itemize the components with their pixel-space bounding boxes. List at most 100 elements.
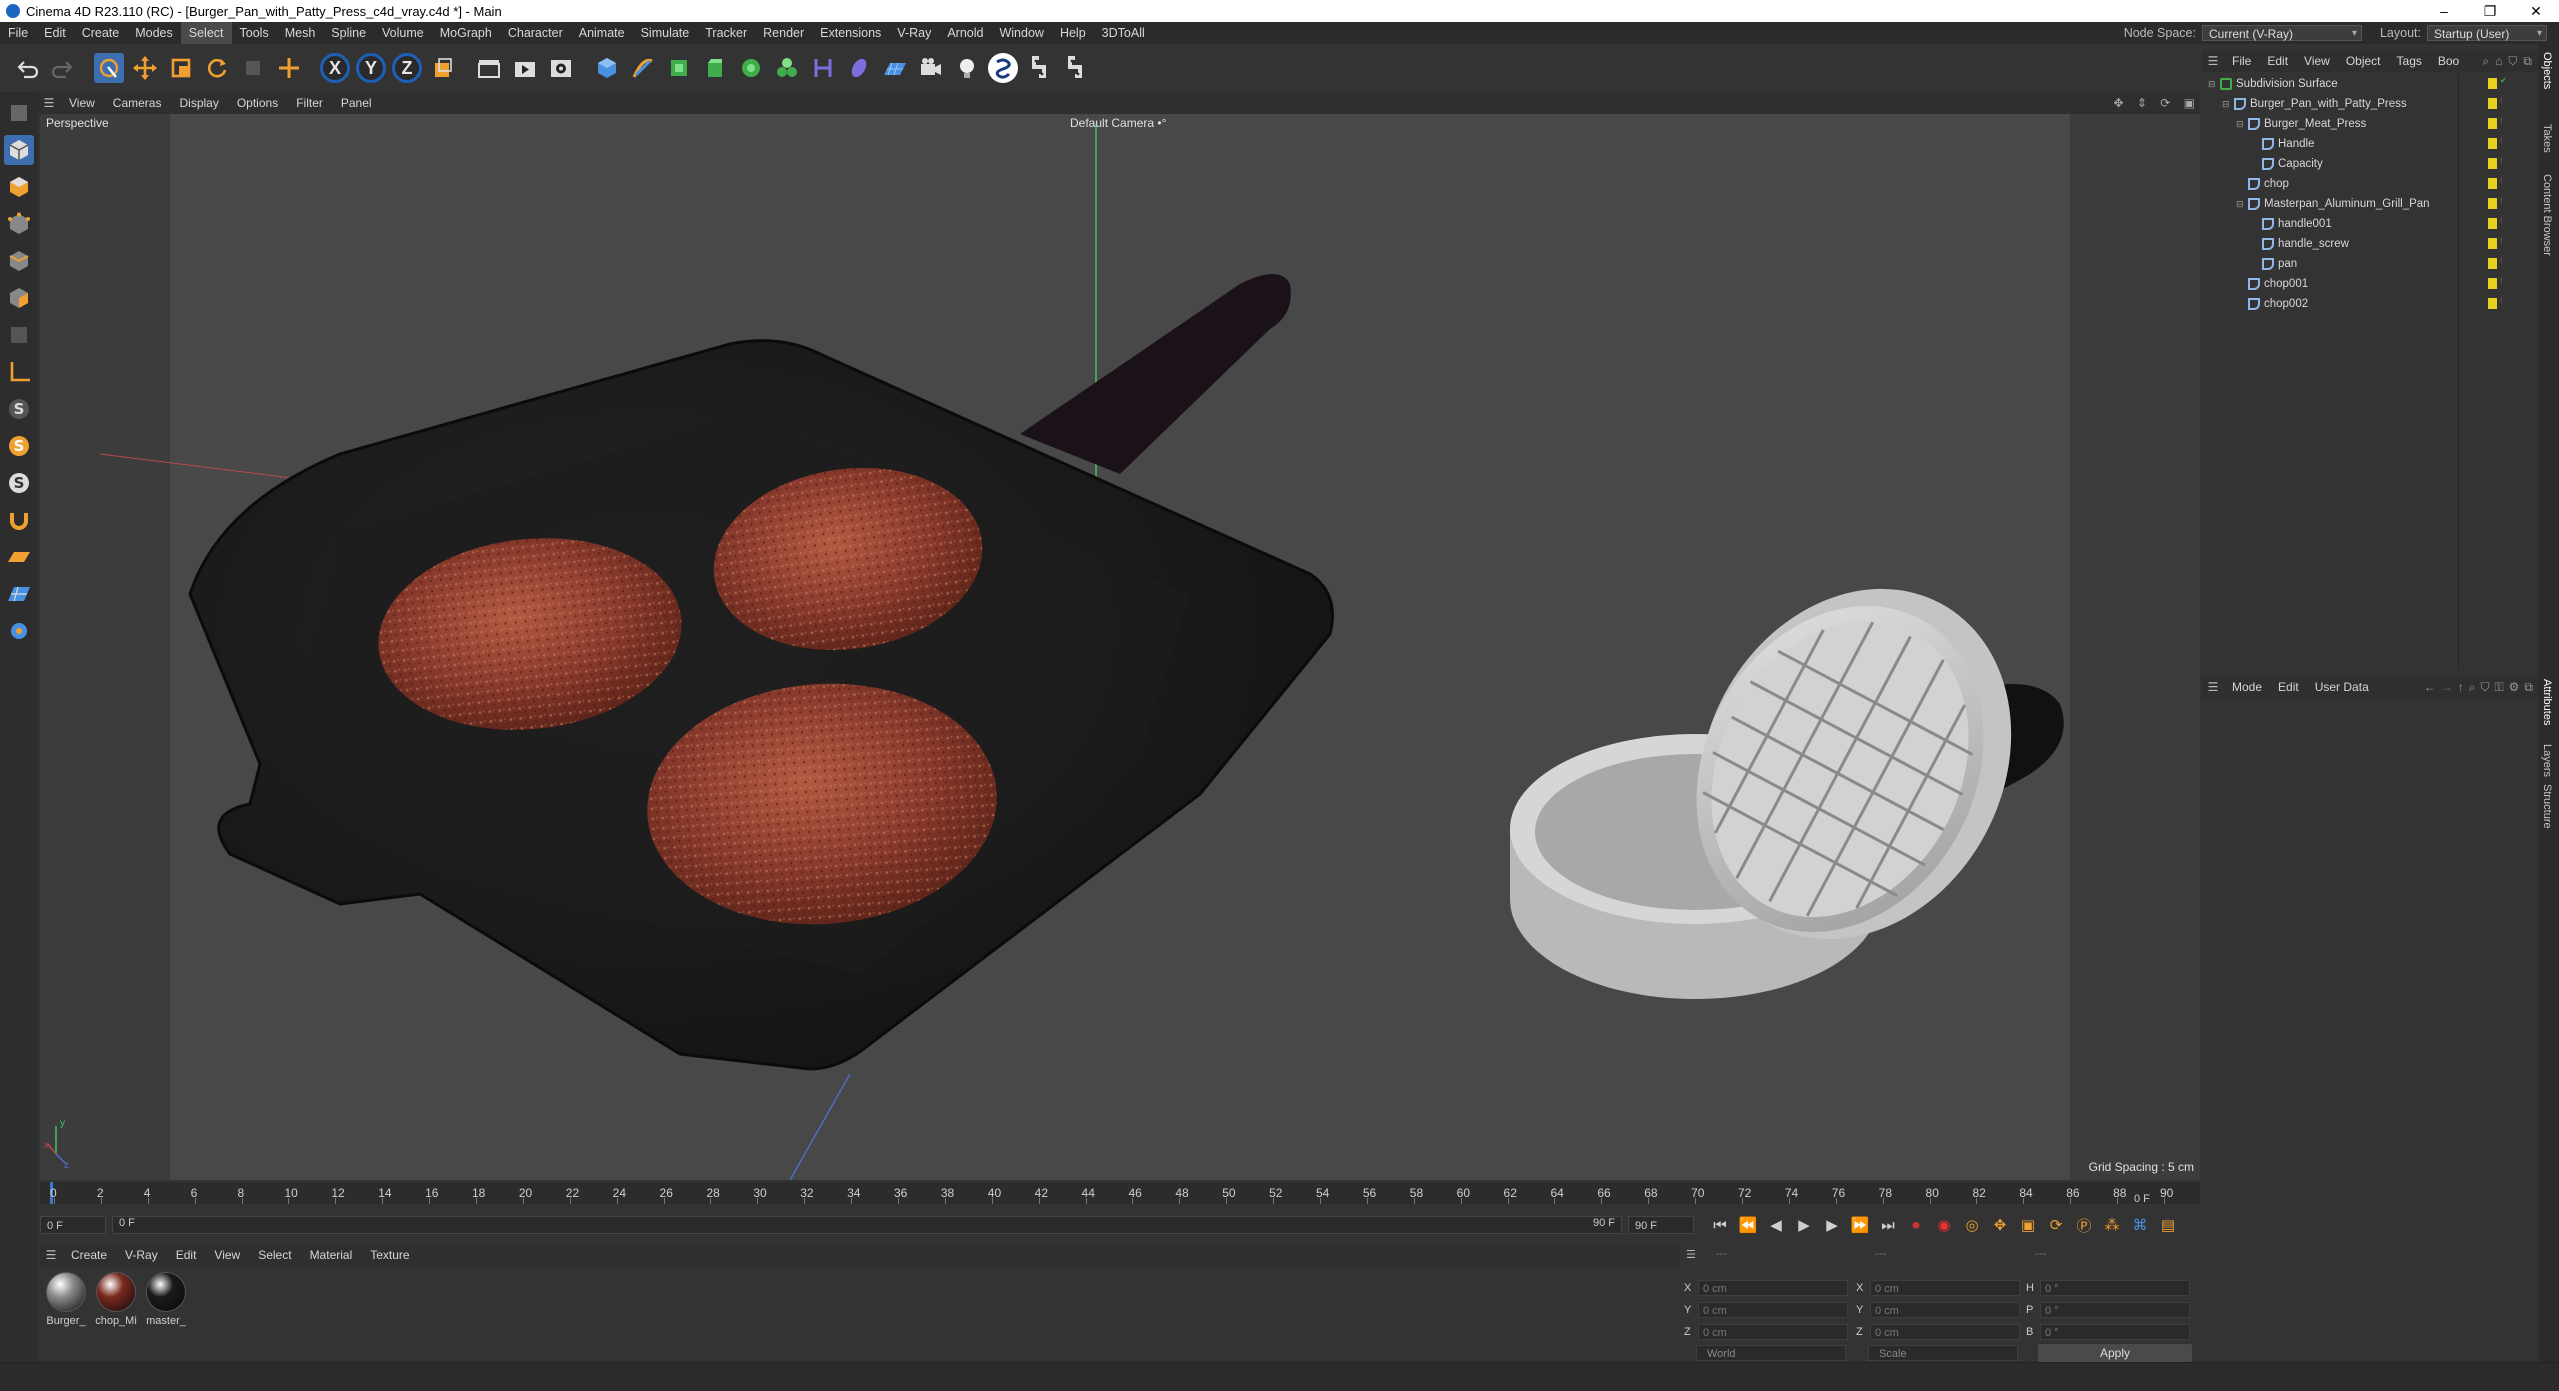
layer-color-swatch[interactable]: [2488, 278, 2497, 289]
object-name[interactable]: Handle: [2278, 138, 2314, 150]
quantize-button[interactable]: S: [4, 468, 34, 498]
grid-button[interactable]: [4, 579, 34, 609]
forward-arrow-icon[interactable]: →: [2441, 680, 2453, 694]
redo-button[interactable]: [48, 53, 78, 83]
layout-dropdown[interactable]: Startup (User): [2427, 25, 2547, 42]
visibility-dots-icon[interactable]: ⁝: [2500, 236, 2503, 245]
coordinate-mode-dropdown[interactable]: Scale: [1868, 1345, 2018, 1361]
menu-animate[interactable]: Animate: [571, 22, 633, 44]
object-row[interactable]: chop002 ⁝: [2202, 294, 2538, 314]
menu-edit[interactable]: Edit: [36, 22, 74, 44]
make-editable-button[interactable]: [4, 98, 34, 128]
material-menu-view[interactable]: View: [205, 1248, 249, 1262]
previous-frame-button[interactable]: ◀: [1764, 1213, 1788, 1237]
live-selection-button[interactable]: [94, 53, 124, 83]
layer-color-swatch[interactable]: [2488, 178, 2497, 189]
polygons-mode-button[interactable]: [4, 283, 34, 313]
visibility-dots-icon[interactable]: ⁝: [2500, 176, 2503, 185]
position-y-field[interactable]: 0 cm: [1698, 1302, 1848, 1318]
position-x-field[interactable]: 0 cm: [1698, 1280, 1848, 1296]
menu-simulate[interactable]: Simulate: [633, 22, 698, 44]
object-row[interactable]: ⊟ Burger_Meat_Press ⁝: [2202, 114, 2538, 134]
viewport-zoom-icon[interactable]: ⇕: [2137, 96, 2147, 110]
minimize-button[interactable]: –: [2421, 3, 2467, 20]
y-axis-lock-button[interactable]: Y: [356, 53, 386, 83]
position-z-field[interactable]: 0 cm: [1698, 1324, 1848, 1340]
python-console-button[interactable]: [1060, 53, 1090, 83]
lock-icon[interactable]: ⚿: [2495, 680, 2504, 695]
object-row[interactable]: ⊟ Masterpan_Aluminum_Grill_Pan ⁝: [2202, 194, 2538, 214]
coordinate-space-dropdown[interactable]: World: [1696, 1345, 1846, 1361]
hamburger-icon[interactable]: ☰: [2202, 680, 2224, 694]
camera-button[interactable]: [916, 53, 946, 83]
settings-icon[interactable]: ⚙: [2509, 680, 2520, 694]
light-button[interactable]: [952, 53, 982, 83]
play-button[interactable]: ▶: [1792, 1213, 1816, 1237]
render-settings-button[interactable]: [546, 53, 576, 83]
snap-button[interactable]: S: [4, 394, 34, 424]
material-menu-edit[interactable]: Edit: [167, 1248, 206, 1262]
object-name[interactable]: Burger_Meat_Press: [2264, 118, 2366, 130]
object-name[interactable]: Capacity: [2278, 158, 2323, 170]
filter-icon[interactable]: ⛉: [2508, 54, 2517, 69]
coordinate-system-button[interactable]: [428, 53, 458, 83]
layer-color-swatch[interactable]: [2488, 118, 2497, 129]
expand-toggle-icon[interactable]: ⊟: [2236, 119, 2244, 130]
material-item[interactable]: chop_Mi: [94, 1272, 138, 1327]
deformer-button[interactable]: [808, 53, 838, 83]
timeline-ruler[interactable]: 0 2 4 6 8 10 12 14 16 18 20 22 24 26 28 30 32 34 36 38 40 42 4…: [40, 1182, 2200, 1204]
layer-color-swatch[interactable]: [2488, 198, 2497, 209]
edges-mode-button[interactable]: [4, 246, 34, 276]
object-name[interactable]: Burger_Pan_with_Patty_Press: [2250, 98, 2407, 110]
om-menu-edit[interactable]: Edit: [2259, 54, 2296, 68]
viewport-menu-view[interactable]: View: [60, 96, 104, 110]
search-icon[interactable]: ⌕: [2469, 680, 2476, 695]
texture-mode-button[interactable]: [4, 172, 34, 202]
object-row[interactable]: ⊟ Subdivision Surface ✔: [2202, 74, 2538, 94]
camera-label[interactable]: Default Camera •°: [1070, 116, 1166, 130]
next-key-button[interactable]: ⏩: [1848, 1213, 1872, 1237]
object-name[interactable]: Subdivision Surface: [2236, 78, 2338, 90]
menu-character[interactable]: Character: [500, 22, 571, 44]
menu-help[interactable]: Help: [1052, 22, 1094, 44]
viewport-move-icon[interactable]: ✥: [2113, 96, 2123, 110]
array-button[interactable]: [736, 53, 766, 83]
expand-toggle-icon[interactable]: ⊟: [2236, 199, 2244, 210]
axis-mode-button[interactable]: [4, 357, 34, 387]
recent-tool-button[interactable]: [238, 53, 268, 83]
add-object-button[interactable]: [274, 53, 304, 83]
filter-icon[interactable]: ⛉: [2481, 680, 2490, 695]
menu-arnold[interactable]: Arnold: [939, 22, 991, 44]
menu-render[interactable]: Render: [755, 22, 812, 44]
go-to-start-button[interactable]: ⏮: [1708, 1213, 1732, 1237]
expand-toggle-icon[interactable]: ⊟: [2208, 79, 2216, 90]
x-axis-lock-button[interactable]: X: [320, 53, 350, 83]
visibility-dots-icon[interactable]: ⁝: [2500, 156, 2503, 165]
am-menu-mode[interactable]: Mode: [2224, 680, 2270, 694]
cloner-button[interactable]: [772, 53, 802, 83]
object-name[interactable]: chop: [2264, 178, 2289, 190]
material-menu-create[interactable]: Create: [62, 1248, 116, 1262]
object-row[interactable]: chop ⁝: [2202, 174, 2538, 194]
key-parameter-button[interactable]: Ⓟ: [2072, 1213, 2096, 1237]
visibility-dots-icon[interactable]: ⁝: [2500, 216, 2503, 225]
object-name[interactable]: chop002: [2264, 298, 2308, 310]
key-rotation-button[interactable]: ⟳: [2044, 1213, 2068, 1237]
layer-color-swatch[interactable]: [2488, 258, 2497, 269]
workplane-button[interactable]: [4, 542, 34, 572]
viewport-menu-cameras[interactable]: Cameras: [104, 96, 171, 110]
menu-3dtoall[interactable]: 3DToAll: [1094, 22, 1153, 44]
object-row[interactable]: handle001 ⁝: [2202, 214, 2538, 234]
new-window-icon[interactable]: ⧉: [2523, 54, 2532, 69]
visibility-dots-icon[interactable]: ⁝: [2500, 116, 2503, 125]
close-button[interactable]: ✕: [2513, 3, 2559, 20]
rotation-h-field[interactable]: 0 °: [2040, 1280, 2190, 1296]
expand-toggle-icon[interactable]: ⊟: [2222, 99, 2230, 110]
material-menu-texture[interactable]: Texture: [361, 1248, 418, 1262]
menu-window[interactable]: Window: [991, 22, 1051, 44]
visibility-dots-icon[interactable]: ⁝: [2500, 96, 2503, 105]
key-position-button[interactable]: ✥: [1988, 1213, 2012, 1237]
pen-button[interactable]: [628, 53, 658, 83]
search-icon[interactable]: ⌕: [2482, 54, 2489, 69]
next-frame-button[interactable]: ▶: [1820, 1213, 1844, 1237]
